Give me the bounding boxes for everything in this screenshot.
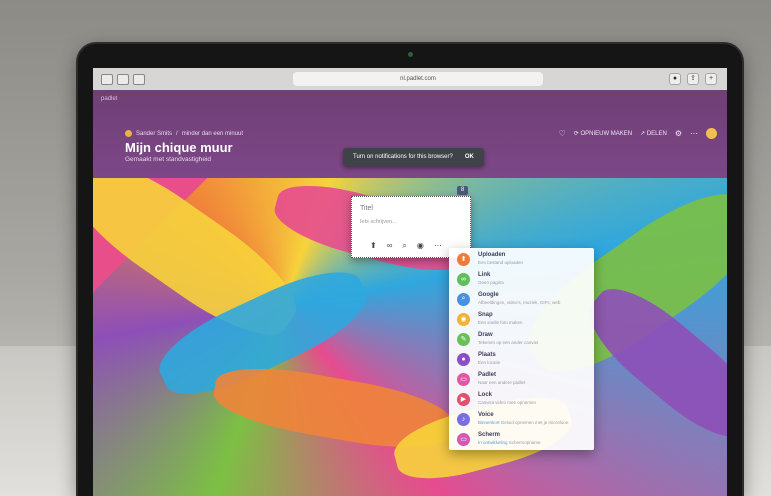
menu-item-label: Google: [478, 292, 499, 298]
breadcrumb-time: minder dan een minuut: [181, 130, 244, 137]
menu-item-label: Link: [478, 272, 491, 278]
laptop-screen: nl.padlet.com ● ⇪ + padlet Sander Smits …: [93, 68, 727, 496]
video-icon: ▶: [457, 392, 470, 406]
window-controls: [101, 74, 145, 85]
browser-actions: ● ⇪ +: [669, 73, 717, 85]
breadcrumb-separator: /: [176, 130, 178, 137]
more-icon[interactable]: ⋯: [690, 129, 698, 138]
screen-icon: ▭: [457, 432, 470, 446]
menu-item-status: In ontwikkeling: [478, 440, 508, 445]
post-body-input[interactable]: Iets schrijven...: [360, 219, 397, 225]
menu-item-text: Scherm In ontwikkeling Schermopname: [478, 432, 541, 446]
menu-item-label: Uploaden: [478, 252, 506, 258]
menu-item-voice[interactable]: ♪ Voice Binnenkort Geluid opnemen met je m…: [449, 409, 594, 429]
menu-item-text: Lock Camera video mee opnemen: [478, 392, 536, 406]
draw-icon: ✎: [457, 332, 470, 346]
menu-item-link[interactable]: ∞ Link Geen pagina: [449, 269, 594, 289]
menu-item-scherm[interactable]: ▭ Scherm In ontwikkeling Schermopname: [449, 429, 594, 449]
breadcrumb: Sander Smits / minder dan een minuut: [125, 130, 243, 137]
menu-item-lock[interactable]: ▶ Lock Camera video mee opnemen: [449, 389, 594, 409]
menu-item-text: Draw Tekenen op een ander canvas: [478, 332, 538, 346]
menu-item-label: Scherm: [478, 432, 501, 438]
menu-item-description-text: Geluid opnemen met je microfoon: [500, 420, 569, 425]
menu-item-text: Voice Binnenkort Geluid opnemen met je mi…: [478, 412, 568, 426]
browser-toolbar: nl.padlet.com ● ⇪ +: [93, 68, 727, 90]
notification-prompt: Turn on notifications for this browser? …: [343, 148, 484, 166]
heart-icon[interactable]: ♡: [559, 129, 566, 138]
sidebar-toggle-button[interactable]: [101, 74, 113, 85]
menu-item-description: Naar een andere padlet: [478, 380, 526, 385]
google-icon: ⌕: [457, 292, 470, 306]
menu-item-description-text: Schermopname: [508, 440, 541, 445]
upload-icon: ⬆: [457, 252, 470, 266]
menu-item-plaats[interactable]: ● Plaats Een locatie: [449, 349, 594, 369]
menu-item-draw[interactable]: ✎ Draw Tekenen op een ander canvas: [449, 329, 594, 349]
page-title[interactable]: Mijn chique muur: [125, 140, 233, 155]
menu-item-text: Link Geen pagina: [478, 272, 504, 286]
menu-item-text: Padlet Naar een andere padlet: [478, 372, 525, 386]
camera-icon[interactable]: ◉: [417, 241, 424, 251]
extension-icon[interactable]: ●: [669, 73, 681, 85]
menu-item-google[interactable]: ⌕ Google Afbeeldingen, video's, muziek, GI…: [449, 289, 594, 309]
upload-icon[interactable]: ⬆: [370, 241, 377, 251]
settings-gear-icon[interactable]: ⚙: [675, 129, 682, 138]
padlet-header: padlet Sander Smits / minder dan een min…: [93, 90, 727, 178]
menu-item-description: Een locatie: [478, 360, 501, 365]
menu-item-label: Padlet: [478, 372, 497, 378]
notification-ok-button[interactable]: OK: [465, 154, 474, 160]
back-button[interactable]: [117, 74, 129, 85]
more-options-icon[interactable]: ⋯: [434, 241, 442, 251]
menu-item-description: Geen pagina: [478, 280, 504, 285]
menu-item-description: Een bestand uploaden: [478, 260, 524, 265]
new-tab-icon[interactable]: +: [705, 73, 717, 85]
post-count-badge: 8: [457, 186, 468, 195]
remake-label: OPNIEUW MAKEN: [580, 131, 633, 137]
menu-item-text: Plaats Een locatie: [478, 352, 500, 366]
menu-item-status: Binnenkort: [478, 420, 500, 425]
link-icon[interactable]: ∞: [387, 241, 393, 251]
share-label: DELEN: [646, 131, 667, 137]
attachment-menu: ⬆ Uploaden Een bestand uploaden ∞ Link Geen p…: [449, 248, 594, 450]
page-subtitle[interactable]: Gemaakt met standvastigheid: [125, 156, 211, 163]
microphone-icon: ♪: [457, 412, 470, 426]
menu-item-label: Plaats: [478, 352, 496, 358]
address-url: nl.padlet.com: [400, 76, 436, 82]
menu-item-description: In ontwikkeling Schermopname: [478, 439, 541, 446]
address-bar[interactable]: nl.padlet.com: [293, 72, 543, 86]
notification-message: Turn on notifications for this browser?: [353, 154, 453, 160]
location-icon: ●: [457, 352, 470, 366]
menu-item-description: Tekenen op een ander canvas: [478, 340, 539, 345]
remake-button[interactable]: ⟳ OPNIEUW MAKEN: [574, 130, 632, 137]
menu-item-label: Draw: [478, 332, 493, 338]
share-icon[interactable]: ⇪: [687, 73, 699, 85]
menu-item-description: Een snelle foto maken: [478, 320, 523, 325]
brand-logo[interactable]: padlet: [101, 96, 117, 102]
tabs-button[interactable]: [133, 74, 145, 85]
padlet-icon: ▭: [457, 372, 470, 386]
menu-item-label: Lock: [478, 392, 493, 398]
breadcrumb-user[interactable]: Sander Smits: [136, 131, 172, 137]
header-actions: ♡ ⟳ OPNIEUW MAKEN ↗ DELEN ⚙ ⋯: [559, 128, 717, 139]
menu-item-label: Snap: [478, 312, 493, 318]
menu-item-text: Google Afbeeldingen, video's, muziek, GIF…: [478, 292, 560, 306]
menu-item-description: Binnenkort Geluid opnemen met je microfo…: [478, 419, 568, 426]
menu-item-text: Uploaden Een bestand uploaden: [478, 252, 523, 266]
webcam: [408, 52, 413, 57]
menu-item-description: Afbeeldingen, video's, muziek, GIFs, web: [478, 300, 561, 305]
laptop: nl.padlet.com ● ⇪ + padlet Sander Smits …: [78, 44, 742, 496]
search-icon[interactable]: ⌕: [402, 241, 406, 251]
menu-item-description: Camera video mee opnemen: [478, 400, 537, 405]
account-avatar[interactable]: [706, 128, 717, 139]
post-title-input[interactable]: Titel: [360, 205, 373, 212]
menu-item-label: Voice: [478, 412, 494, 418]
camera-icon: ◉: [457, 312, 470, 326]
menu-item-uploaden[interactable]: ⬆ Uploaden Een bestand uploaden: [449, 249, 594, 269]
menu-item-padlet[interactable]: ▭ Padlet Naar een andere padlet: [449, 369, 594, 389]
menu-item-text: Snap Een snelle foto maken: [478, 312, 523, 326]
share-button[interactable]: ↗ DELEN: [640, 130, 667, 137]
menu-item-snap[interactable]: ◉ Snap Een snelle foto maken: [449, 309, 594, 329]
user-avatar[interactable]: [125, 130, 132, 137]
link-icon: ∞: [457, 272, 470, 286]
composer-toolbar: ⬆ ∞ ⌕ ◉ ⋯: [370, 241, 442, 251]
